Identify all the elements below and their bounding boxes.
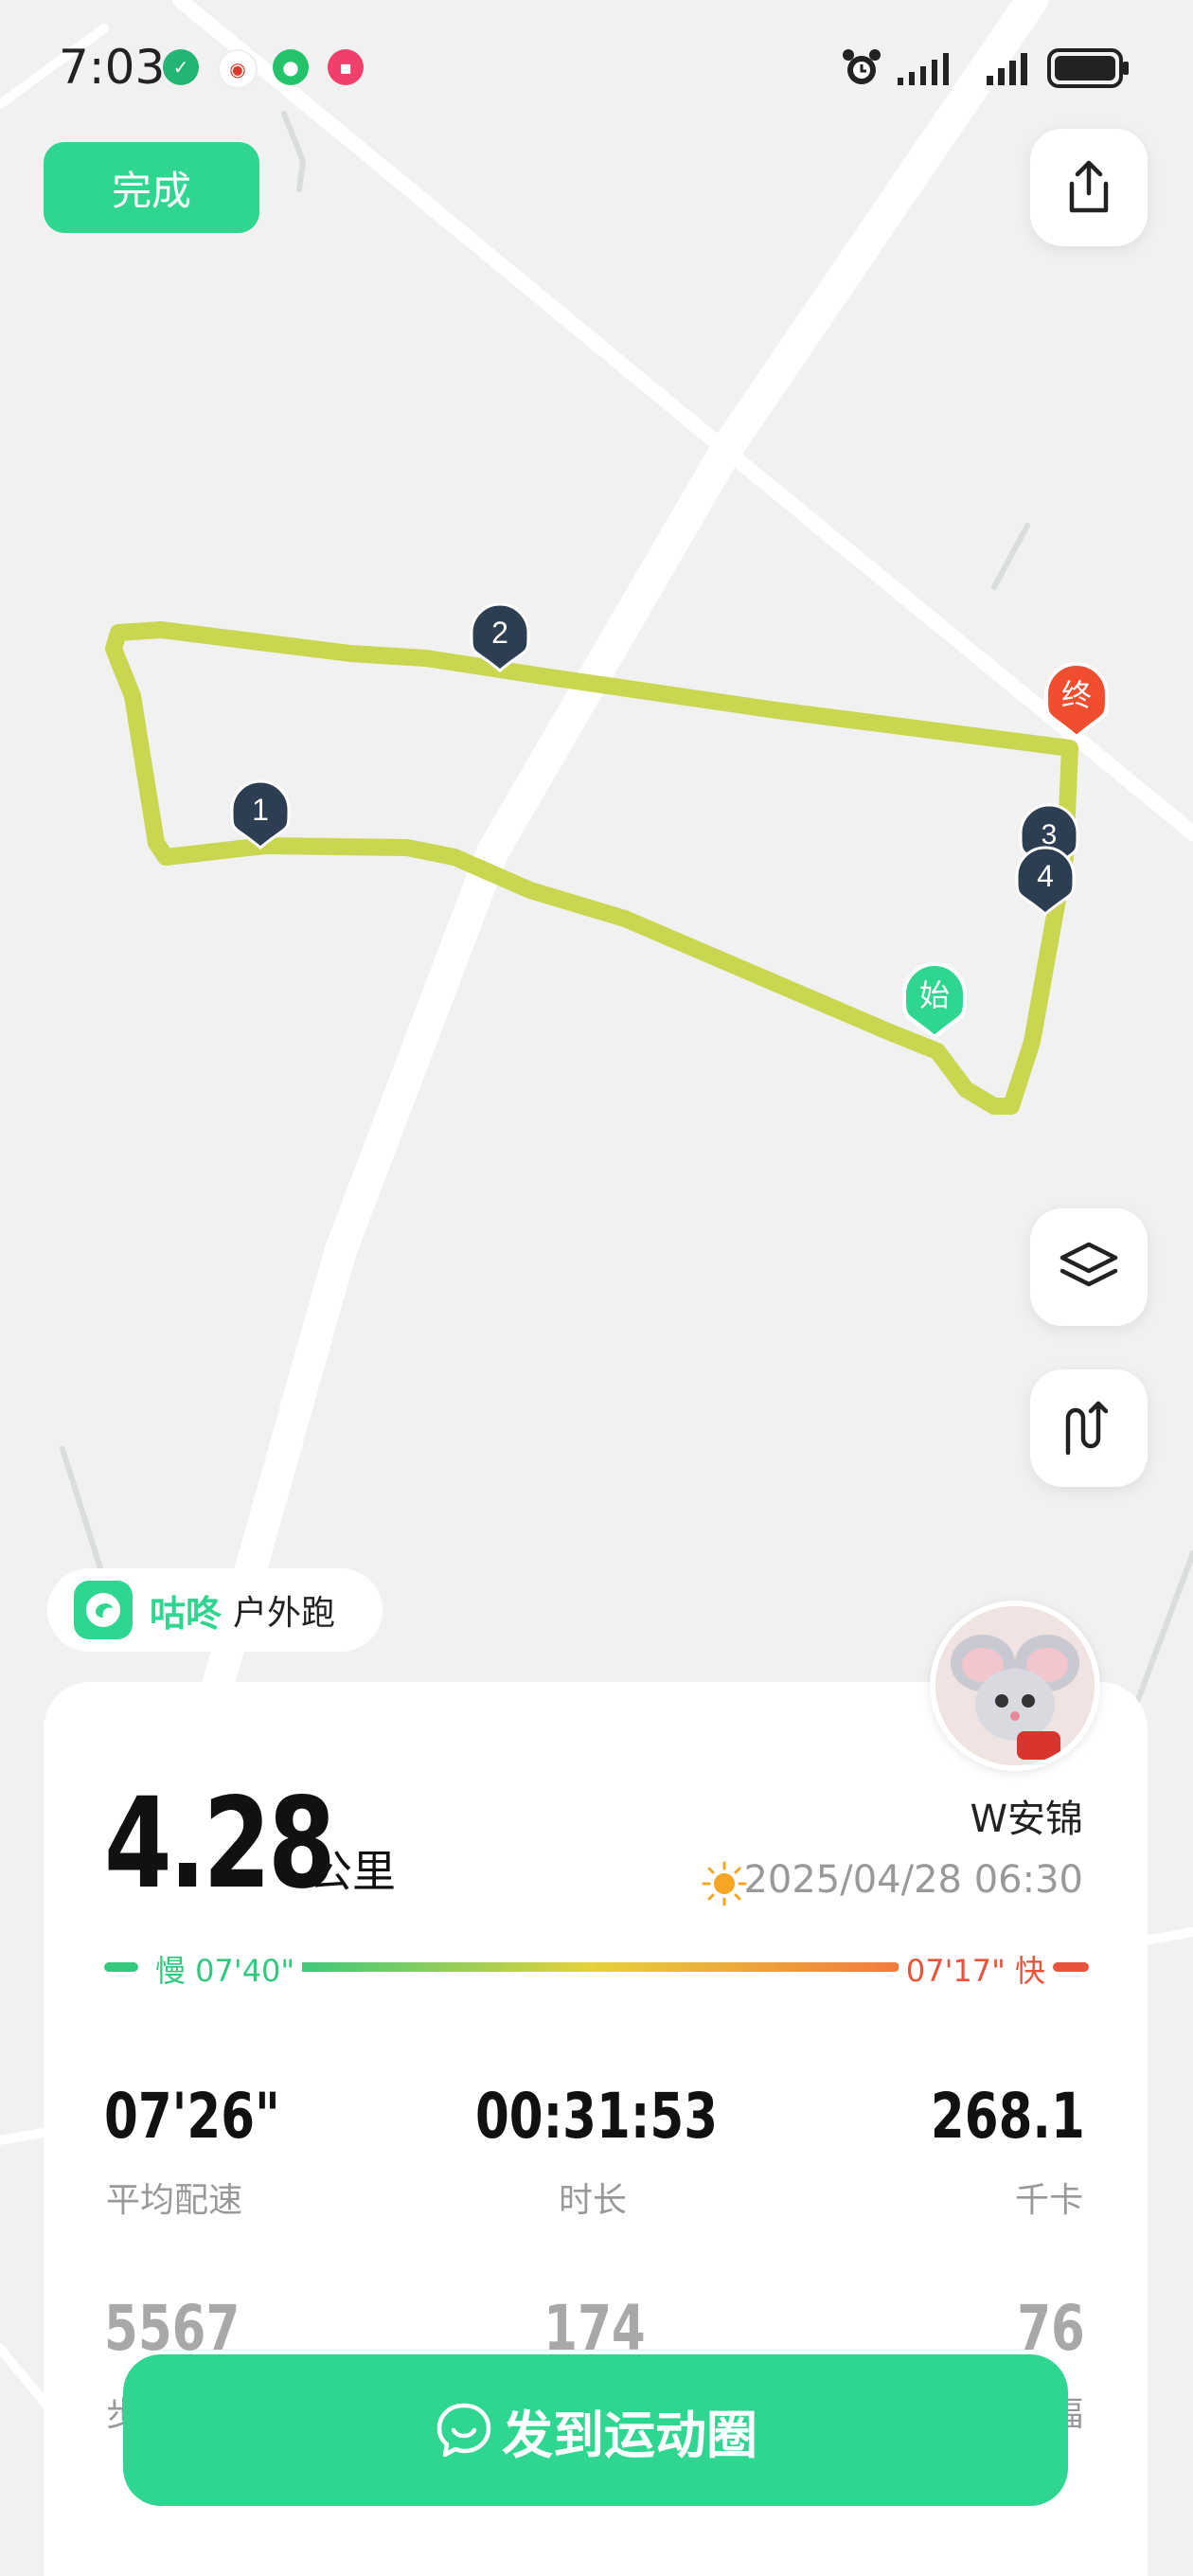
post-to-feed-button[interactable]: 发到运动圈 — [123, 2354, 1068, 2506]
done-button[interactable]: 完成 — [44, 142, 259, 233]
svg-text:终: 终 — [1061, 677, 1092, 713]
sun-weather-icon — [702, 1861, 747, 1906]
signal-icon — [898, 53, 949, 85]
svg-text:3: 3 — [1042, 819, 1058, 850]
sport-type: 户外跑 — [233, 1594, 336, 1633]
status-bar: 7:03 ✓ ◉ ● ▪ — [0, 0, 1193, 133]
red-app-icon: ▪ — [328, 49, 364, 85]
alarm-icon — [843, 49, 881, 84]
calories-label: 千卡 — [1014, 2181, 1083, 2220]
share-icon — [1069, 160, 1109, 213]
avg-pace-label: 平均配速 — [106, 2181, 243, 2220]
signal-icon — [987, 53, 1027, 85]
distance-unit: 公里 — [309, 1846, 396, 1897]
chat-bubble-icon — [436, 2403, 491, 2458]
svg-text:2: 2 — [491, 616, 508, 650]
calories-value: 268.1 — [931, 2080, 1085, 2153]
layers-icon — [1059, 1242, 1118, 1287]
duration-label: 时长 — [559, 2181, 628, 2220]
username: W安锦 — [970, 1798, 1083, 1841]
route-replay-button[interactable] — [1030, 1369, 1148, 1487]
kwai-icon: ✓ — [163, 49, 199, 85]
pace-gradient-bar: 慢 07'40" 07'17" 快 — [104, 1947, 1089, 1991]
message-icon: ● — [273, 49, 309, 85]
map-layers-button[interactable] — [1030, 1208, 1148, 1326]
svg-text:1: 1 — [252, 793, 269, 827]
avg-pace-value: 07'26" — [104, 2080, 280, 2153]
post-to-feed-label: 发到运动圈 — [502, 2405, 757, 2465]
pace-slow-label: 慢 07'40" — [148, 1947, 303, 1991]
route-icon — [1065, 1401, 1109, 1456]
workout-datetime: 2025/04/28 06:30 — [743, 1858, 1083, 1902]
brand-name: 咕咚 — [150, 1592, 223, 1635]
codoon-logo-icon — [74, 1581, 133, 1639]
export-button[interactable] — [1030, 129, 1148, 246]
avatar[interactable] — [930, 1601, 1100, 1771]
duration-value: 00:31:53 — [474, 2080, 719, 2153]
svg-text:4: 4 — [1037, 859, 1054, 893]
status-time: 7:03 — [59, 40, 166, 95]
pace-fast-label: 07'17" 快 — [898, 1947, 1053, 1991]
weibo-icon: ◉ — [218, 49, 258, 89]
battery-icon — [1047, 48, 1129, 88]
app-brand-badge: 咕咚 户外跑 — [47, 1568, 383, 1652]
bottom-fade — [44, 2506, 1148, 2576]
svg-text:始: 始 — [919, 977, 950, 1013]
distance-value: 4.28 — [104, 1771, 336, 1917]
